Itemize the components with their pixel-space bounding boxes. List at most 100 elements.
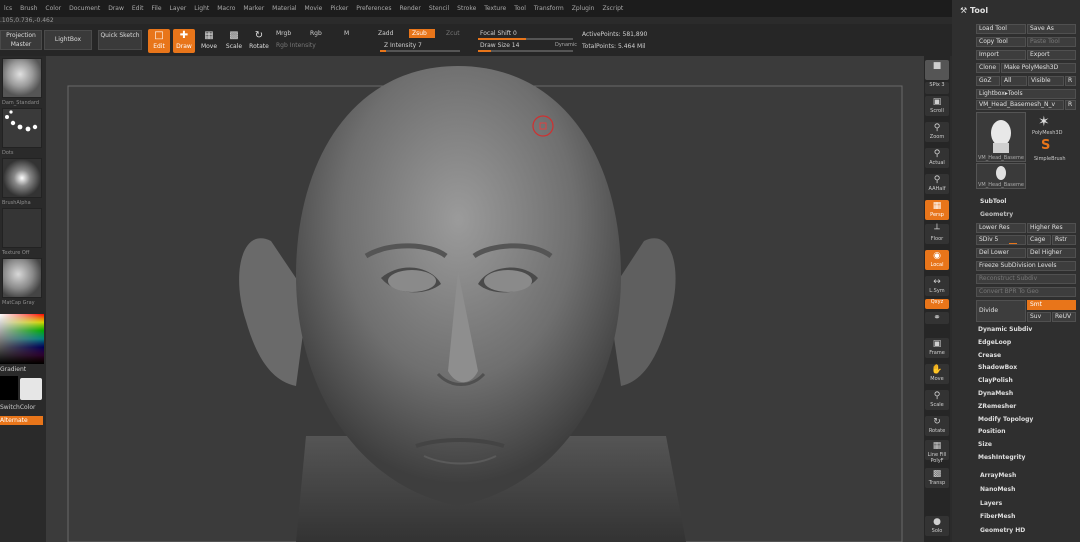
tool-subpalette-item[interactable]: FiberMesh	[980, 513, 1015, 520]
draw-button[interactable]: ✚ Draw	[173, 29, 195, 53]
menu-item[interactable]: Render	[395, 5, 424, 12]
del-higher-button[interactable]: Del Higher	[1027, 248, 1076, 258]
menu-item[interactable]: Zscript	[598, 5, 627, 12]
goz-button[interactable]: GoZ	[976, 76, 1000, 86]
tool-subpalette-item[interactable]: NanoMesh	[980, 486, 1015, 493]
tool-palette-title[interactable]: ⚒ Tool	[960, 6, 988, 15]
menu-item[interactable]: Stencil	[425, 5, 453, 12]
gradient-label[interactable]: Gradient	[0, 366, 26, 373]
visible-button[interactable]: Visible	[1028, 76, 1064, 86]
suv-toggle[interactable]: Suv	[1027, 312, 1051, 322]
lightbox-button[interactable]: LightBox	[44, 30, 92, 50]
reconstruct-subdiv-button[interactable]: Reconstruct Subdiv	[976, 274, 1076, 284]
main-color-swatch[interactable]	[0, 376, 18, 400]
higher-res-button[interactable]: Higher Res	[1027, 223, 1076, 233]
menu-item[interactable]: Picker	[326, 5, 352, 12]
solo-button[interactable]: ● Solo	[925, 516, 949, 536]
geometry-subpanel-item[interactable]: ZRemesher	[978, 401, 1078, 413]
color-picker[interactable]	[0, 314, 44, 364]
focal-shift-track[interactable]	[478, 38, 573, 40]
menu-item[interactable]: Draw	[104, 5, 128, 12]
head-small-thumbnail[interactable]: VM_Head_Baseme	[976, 163, 1026, 189]
m-button[interactable]: M	[344, 30, 349, 37]
aahalf-button[interactable]: ⚲ AAHalf	[925, 174, 949, 194]
tool-r-button[interactable]: R	[1065, 100, 1076, 110]
menu-item[interactable]: File	[147, 5, 165, 12]
edit-button[interactable]: □ Edit	[148, 29, 170, 53]
del-lower-button[interactable]: Del Lower	[976, 248, 1026, 258]
frame-button[interactable]: ▣ Frame	[925, 338, 949, 358]
zsub-button[interactable]: Zsub	[409, 29, 435, 38]
geometry-subpanel-item[interactable]: Modify Topology	[978, 414, 1078, 426]
shelf-scale-button[interactable]: ⚲ Scale	[925, 390, 949, 410]
texture-thumbnail[interactable]	[2, 208, 42, 248]
geometry-subpanel-item[interactable]: Position	[978, 426, 1078, 438]
z-intensity-slider[interactable]: Z Intensity 7	[384, 42, 422, 49]
menu-item[interactable]: Zplugin	[568, 5, 599, 12]
viewport-canvas[interactable]	[46, 56, 924, 542]
dynamic-button[interactable]: Dynamic	[555, 42, 577, 48]
menu-item[interactable]: Brush	[16, 5, 41, 12]
z-intensity-track[interactable]	[380, 50, 460, 52]
projection-master-button[interactable]: Projection Master	[0, 30, 42, 50]
goz-r-button[interactable]: R	[1065, 76, 1076, 86]
make-polymesh-button[interactable]: Make PolyMesh3D	[1001, 63, 1076, 73]
alternate-button[interactable]: Alternate	[0, 416, 43, 425]
geometry-subpanel-item[interactable]: ShadowBox	[978, 362, 1078, 374]
menu-item[interactable]: Color	[41, 5, 65, 12]
zadd-button[interactable]: Zadd	[378, 30, 393, 37]
actual-button[interactable]: ⚲ Actual	[925, 148, 949, 168]
local-button[interactable]: ◉ Local	[925, 250, 949, 270]
brush-thumbnail[interactable]	[2, 58, 42, 98]
quick-sketch-button[interactable]: Quick Sketch	[98, 30, 142, 50]
import-button[interactable]: Import	[976, 50, 1026, 60]
divide-button[interactable]: Divide	[976, 300, 1026, 322]
sdiv-slider[interactable]: SDiv 5	[976, 235, 1026, 245]
cage-button[interactable]: Cage	[1027, 235, 1051, 245]
convert-bpr-button[interactable]: Convert BPR To Geo	[976, 287, 1076, 297]
spix-slider[interactable]: SPix 3	[925, 82, 949, 94]
menu-item[interactable]: Macro	[213, 5, 239, 12]
menu-item[interactable]: Edit	[128, 5, 148, 12]
menu-item[interactable]: Layer	[166, 5, 191, 12]
freeze-subdiv-button[interactable]: Freeze SubDivision Levels	[976, 261, 1076, 271]
load-tool-button[interactable]: Load Tool	[976, 24, 1026, 34]
all-button[interactable]: All	[1001, 76, 1027, 86]
current-tool-slider[interactable]: VM_Head_Basemesh_N_v	[976, 100, 1064, 110]
export-button[interactable]: Export	[1027, 50, 1076, 60]
polymesh-star-icon[interactable]: ✶	[1038, 114, 1050, 130]
menu-item[interactable]: Material	[268, 5, 300, 12]
simplebrush-icon[interactable]: S	[1041, 138, 1050, 153]
tool-subpalette-item[interactable]: Layers	[980, 500, 1002, 507]
material-thumbnail[interactable]	[2, 258, 42, 298]
menu-item[interactable]: Stroke	[453, 5, 480, 12]
floor-button[interactable]: ┴ Floor	[925, 224, 949, 244]
geometry-subpanel-item[interactable]: Crease	[978, 350, 1078, 362]
geometry-section[interactable]: Geometry	[980, 209, 1080, 221]
zoom-button[interactable]: ⚲ Zoom	[925, 122, 949, 142]
lightbox-tools-button[interactable]: Lightbox▸Tools	[976, 89, 1076, 99]
lower-res-button[interactable]: Lower Res	[976, 223, 1026, 233]
mrgb-button[interactable]: Mrgb	[276, 30, 291, 37]
switch-color-button[interactable]: SwitchColor	[0, 404, 36, 411]
rgb-intensity-slider[interactable]: Rgb Intensity	[276, 42, 316, 49]
menu-item[interactable]: Transform	[530, 5, 568, 12]
rgb-button[interactable]: Rgb	[310, 30, 322, 37]
geometry-subpanel-item[interactable]: EdgeLoop	[978, 337, 1078, 349]
persp-button[interactable]: ▦ Persp	[925, 200, 949, 220]
geometry-subpanel-item[interactable]: ClayPolish	[978, 375, 1078, 387]
rotate-button[interactable]: ↻ Rotate	[248, 29, 270, 53]
clone-button[interactable]: Clone	[976, 63, 1000, 73]
polyf-button[interactable]: ▦ Line Fill PolyF	[925, 440, 949, 464]
menu-item[interactable]: Marker	[239, 5, 268, 12]
alpha-thumbnail[interactable]	[2, 158, 42, 198]
menu-item[interactable]: Texture	[480, 5, 510, 12]
secondary-color-swatch[interactable]	[20, 378, 42, 400]
smt-toggle[interactable]: Smt	[1027, 300, 1076, 310]
geometry-subpanel-item[interactable]: Size	[978, 439, 1078, 451]
menu-item[interactable]: Document	[65, 5, 104, 12]
head-tool-thumbnail[interactable]: VM_Head_Baseme	[976, 112, 1026, 162]
lsym-button[interactable]: ↔ L.Sym	[925, 276, 949, 296]
menu-item[interactable]: lcs	[0, 5, 16, 12]
zcut-button[interactable]: Zcut	[446, 30, 460, 37]
